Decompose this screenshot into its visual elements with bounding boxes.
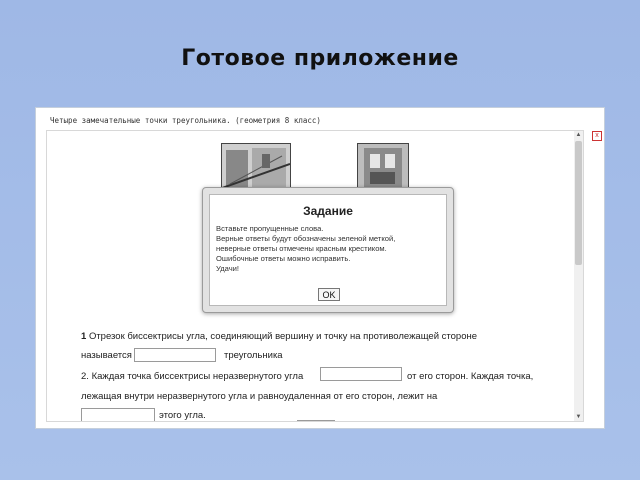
task-2-number: 2. (81, 371, 89, 382)
task-2-line-3: этого угла. (159, 410, 206, 421)
task-1-text: Отрезок биссектрисы угла, соединяющий ве… (88, 331, 478, 342)
scroll-up-icon[interactable]: ▲ (574, 131, 583, 139)
vertical-scrollbar[interactable]: ▲ ▼ (574, 130, 584, 422)
answer-field-2[interactable] (320, 367, 402, 381)
task-2-line-1-end: от его сторон. Каждая точка, (407, 371, 534, 382)
dialog-title: Задание (303, 204, 353, 218)
task-1-line-2: называется (81, 350, 132, 361)
answer-field-3[interactable] (81, 408, 155, 421)
window-title: Четыре замечательные точки треугольника.… (50, 116, 321, 125)
task-1-number: 1 (81, 331, 87, 342)
dialog-line: Верные ответы будут обозначены зеленой м… (216, 234, 396, 243)
task-2-line-2: лежащая внутри неразвернутого угла и рав… (81, 391, 438, 402)
slide-title: Готовое приложение (181, 46, 459, 71)
illustration-left (221, 143, 291, 193)
dialog-line: Ошибочные ответы можно исправить. (216, 254, 351, 263)
task-1-line-2-end: треугольника (224, 350, 283, 361)
task-dialog: Задание Вставьте пропущенные слова. Верн… (202, 187, 454, 313)
task-2-line-1: 2. Каждая точка биссектрисы неразвернуто… (81, 371, 303, 382)
answer-field-1[interactable] (134, 348, 216, 362)
dialog-line: Вставьте пропущенные слова. (216, 224, 324, 233)
dialog-panel: Задание Вставьте пропущенные слова. Верн… (209, 194, 447, 306)
answer-field-4[interactable] (297, 420, 335, 421)
task-2-text: Каждая точка биссектрисы неразвернутого … (91, 371, 304, 382)
dialog-line: Удачи! (216, 264, 240, 273)
task-1-line-1: 1 Отрезок биссектрисы угла, соединяющий … (81, 331, 477, 342)
ok-button[interactable]: OK (318, 288, 340, 301)
illustration-right (357, 143, 409, 193)
dialog-line: неверные ответы отмечены красным крестик… (216, 244, 387, 253)
scroll-down-icon[interactable]: ▼ (574, 413, 583, 421)
scroll-thumb[interactable] (575, 141, 582, 265)
close-icon[interactable]: x (592, 131, 602, 141)
